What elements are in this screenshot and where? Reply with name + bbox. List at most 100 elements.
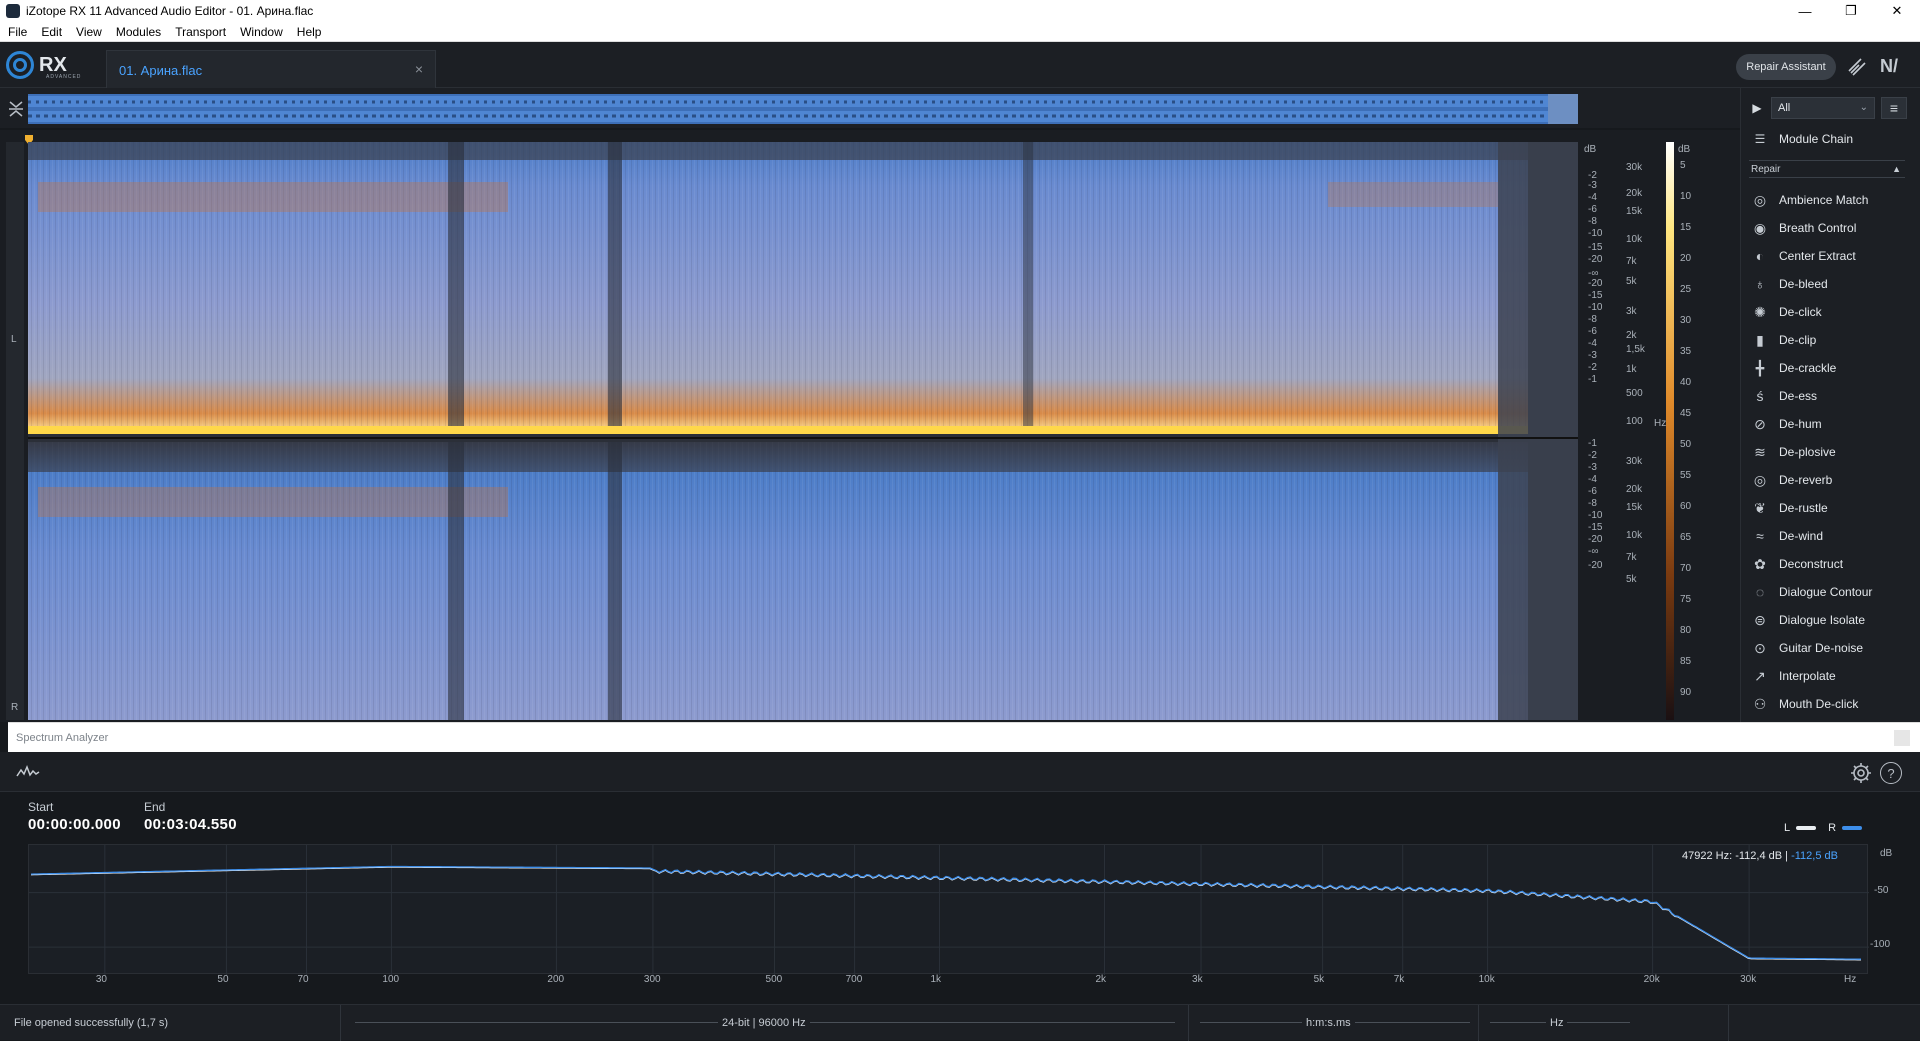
file-tab[interactable]: 01. Арина.flac × — [106, 50, 436, 88]
module-item-dialogue-isolate[interactable]: ⊜ Dialogue Isolate — [1749, 606, 1913, 634]
db-tick: -15 — [1588, 522, 1603, 533]
module-item-guitar-de-noise[interactable]: ⊙ Guitar De-noise — [1749, 634, 1913, 662]
menu-transport[interactable]: Transport — [175, 25, 226, 39]
de-clip-icon: ▮ — [1756, 331, 1764, 348]
menu-file[interactable]: File — [8, 25, 27, 39]
db-tick: -3 — [1588, 350, 1597, 361]
chevron-down-icon: ⌄ — [1859, 102, 1868, 113]
menu-view[interactable]: View — [76, 25, 102, 39]
module-item-ambience-match[interactable]: ◎ Ambience Match — [1749, 186, 1913, 214]
db-tick: -20 — [1588, 560, 1603, 571]
module-item-breath-control[interactable]: ◉ Breath Control — [1749, 214, 1913, 242]
hz-tick: 15k — [1626, 502, 1643, 513]
status-divider — [340, 1005, 341, 1041]
settings-gear-icon[interactable] — [1850, 762, 1872, 784]
module-chain-label: Module Chain — [1779, 132, 1854, 146]
module-item-label: De-hum — [1779, 417, 1822, 431]
rx-logo-subtitle: ADVANCED — [46, 74, 82, 80]
module-item-center-extract[interactable]: ◐ Center Extract — [1749, 242, 1913, 270]
waveform-overview[interactable] — [28, 94, 1578, 124]
dialogue-contour-icon: ◌ — [1755, 584, 1765, 600]
channel-legend: L R — [1784, 822, 1874, 834]
hz-tick: 1k — [1626, 364, 1637, 375]
db-tick: -1 — [1588, 438, 1597, 449]
module-item-de-bleed[interactable]: ♁ De-bleed — [1749, 270, 1913, 298]
module-item-deconstruct[interactable]: ✿ Deconstruct — [1749, 550, 1913, 578]
hz-tick: 7k — [1626, 256, 1637, 267]
module-chain-icon: ☰ — [1754, 132, 1766, 146]
color-scale-tick: 75 — [1680, 594, 1692, 605]
waveform-overview-panel — [0, 88, 1740, 128]
play-icon[interactable]: ▶ — [1749, 96, 1765, 120]
color-scale-tick: 85 — [1680, 656, 1692, 667]
spectrum-hz-tick: 100 — [382, 974, 400, 985]
minimize-button[interactable]: — — [1782, 0, 1828, 22]
color-scale-tick: 10 — [1680, 191, 1692, 202]
menu-edit[interactable]: Edit — [41, 25, 62, 39]
status-freq-unit: Hz — [1546, 1017, 1568, 1029]
channel-label-right: R — [11, 702, 19, 713]
spectrum-view-icon[interactable] — [16, 762, 40, 782]
menu-modules[interactable]: Modules — [116, 25, 161, 39]
spectrum-hz-tick: 200 — [547, 974, 565, 985]
cursor-readout: 47922 Hz: -112,4 dB | -112,5 dB — [1682, 850, 1838, 862]
module-item-de-click[interactable]: ✺ De-click — [1749, 298, 1913, 326]
module-item-de-hum[interactable]: ⊘ De-hum — [1749, 410, 1913, 438]
hamburger-menu-icon[interactable]: ≡ — [1881, 97, 1907, 119]
module-item-de-ess[interactable]: ś De-ess — [1749, 382, 1913, 410]
module-item-de-clip[interactable]: ▮ De-clip — [1749, 326, 1913, 354]
module-item-dialogue-contour[interactable]: ◌ Dialogue Contour — [1749, 578, 1913, 606]
db-scale: dB -2 -3 -4 -6 -8 -10 -15 -20 -∞ -20 -15 -10 -8 -6 -4 -3… — [1578, 142, 1624, 720]
module-item-interpolate[interactable]: ↗ Interpolate — [1749, 662, 1913, 690]
menu-help[interactable]: Help — [297, 25, 322, 39]
hz-tick: 20k — [1626, 484, 1643, 495]
color-scale: dB 5 10 15 20 25 30 35 40 45 50 55 60 65 70 75 80 85 90 — [1666, 142, 1726, 720]
module-item-de-crackle[interactable]: ╋ De-crackle — [1749, 354, 1913, 382]
module-item-de-rustle[interactable]: ❦ De-rustle — [1749, 494, 1913, 522]
color-scale-tick: 40 — [1680, 377, 1692, 388]
file-tab-name: 01. Арина.flac — [119, 63, 203, 78]
db-tick: -10 — [1588, 228, 1603, 239]
end-value: 00:03:04.550 — [144, 816, 237, 833]
spectrum-plot[interactable] — [28, 844, 1869, 975]
start-value: 00:00:00.000 — [28, 816, 121, 833]
status-divider — [1728, 1005, 1729, 1041]
db-tick: -10 — [1588, 302, 1603, 313]
native-instruments-icon[interactable]: N/ — [1880, 56, 1906, 78]
spectrum-hz-tick: 300 — [643, 974, 661, 985]
de-ess-icon: ś — [1756, 388, 1764, 404]
module-filter-select[interactable]: All ⌄ — [1771, 97, 1875, 119]
repair-assistant-button[interactable]: Repair Assistant — [1736, 54, 1836, 80]
module-chain-button[interactable]: ☰ Module Chain — [1749, 128, 1913, 150]
mouth-de-click-icon: ⚇ — [1753, 695, 1767, 712]
close-window-button[interactable]: ✕ — [1874, 0, 1920, 22]
module-item-de-wind[interactable]: ≈ De-wind — [1749, 522, 1913, 550]
maximize-button[interactable]: ❐ — [1828, 0, 1874, 22]
collapse-triangle-icon: ▲ — [1892, 164, 1901, 174]
end-label: End — [144, 800, 166, 814]
rx-logo: RX ADVANCED — [6, 50, 80, 80]
module-item-de-plosive[interactable]: ≋ De-plosive — [1749, 438, 1913, 466]
spectrum-hz-tick: 20k — [1643, 974, 1660, 985]
module-item-mouth-de-click[interactable]: ⚇ Mouth De-click — [1749, 690, 1913, 718]
panel-close-button[interactable] — [1894, 730, 1910, 746]
color-scale-tick: 55 — [1680, 470, 1692, 481]
spectrum-analyzer-titlebar: Spectrum Analyzer — [8, 722, 1920, 752]
de-plosive-icon: ≋ — [1754, 443, 1766, 460]
spectrum-line-left — [30, 866, 1861, 961]
db-tick: -8 — [1588, 314, 1597, 325]
color-scale-bar — [1666, 142, 1674, 720]
module-item-label: De-plosive — [1779, 445, 1836, 459]
module-item-de-reverb[interactable]: ◎ De-reverb — [1749, 466, 1913, 494]
connect-icon[interactable] — [1846, 56, 1868, 78]
menu-window[interactable]: Window — [240, 25, 283, 39]
legend-left-label: L — [1784, 822, 1791, 834]
file-tab-close-icon[interactable]: × — [415, 61, 423, 77]
db-tick: -∞ — [1588, 546, 1599, 557]
help-icon[interactable]: ? — [1880, 762, 1902, 784]
color-scale-tick: 35 — [1680, 346, 1692, 357]
db-tick: -15 — [1588, 290, 1603, 301]
spectrogram-view[interactable] — [28, 142, 1578, 720]
collapse-icon[interactable] — [8, 100, 24, 118]
repair-category-header[interactable]: Repair ▲ — [1749, 160, 1905, 178]
